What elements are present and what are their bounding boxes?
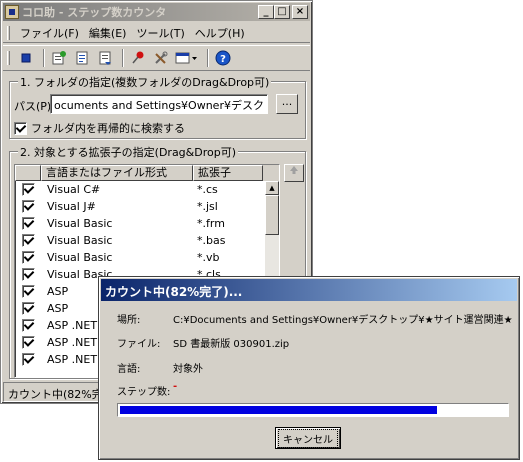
- column-header-extension[interactable]: 拡張子: [193, 165, 263, 181]
- steps-label: ステップ数:: [117, 387, 171, 398]
- list-item[interactable]: Visual J# *.jsl: [15, 198, 279, 215]
- main-titlebar[interactable]: コロ助 - ステップ数カウンタ _ □ ×: [3, 3, 310, 21]
- row-extension: *.frm: [197, 217, 225, 230]
- location-value: C:¥Documents and Settings¥Owner¥デスクトップ¥★…: [173, 315, 513, 326]
- path-label: パス(P):: [14, 100, 55, 113]
- progress-bar: [117, 403, 509, 417]
- row-language: Visual Basic: [47, 217, 113, 230]
- list-header: 言語またはファイル形式 拡張子: [15, 165, 279, 181]
- pin-icon[interactable]: [128, 48, 148, 68]
- row-language: Visual J#: [47, 200, 96, 213]
- column-header-language[interactable]: 言語またはファイル形式: [41, 165, 193, 181]
- row-checkbox[interactable]: [22, 353, 35, 367]
- file-value: SD 書最新版 030901.zip: [173, 339, 290, 350]
- scroll-thumb[interactable]: [265, 195, 279, 235]
- toolbar-separator: [122, 49, 124, 67]
- add-folder-icon[interactable]: [49, 48, 69, 68]
- row-language: Visual C#: [47, 183, 101, 196]
- maximize-button[interactable]: □: [274, 5, 290, 19]
- list-item[interactable]: Visual Basic *.frm: [15, 215, 279, 232]
- row-checkbox[interactable]: [22, 268, 35, 282]
- row-language: Visual Basic: [47, 234, 113, 247]
- minimize-button[interactable]: _: [258, 5, 274, 19]
- row-language: Visual Basic: [47, 251, 113, 264]
- menu-tools[interactable]: ツール(T): [132, 25, 190, 41]
- list-item[interactable]: Visual Basic *.bas: [15, 232, 279, 249]
- recursive-option[interactable]: フォルダ内を再帰的に検索する: [14, 120, 185, 136]
- row-checkbox[interactable]: [22, 251, 35, 265]
- arrow-up-icon: [290, 166, 298, 174]
- window-title: コロ助 - ステップ数カウンタ: [22, 6, 167, 19]
- location-label: 場所:: [117, 315, 141, 326]
- progress-fill: [120, 406, 437, 414]
- row-checkbox[interactable]: [22, 217, 35, 231]
- row-extension: *.bas: [197, 234, 226, 247]
- dialog-title[interactable]: カウント中(82%完了)...: [101, 279, 517, 301]
- row-checkbox[interactable]: [22, 336, 35, 350]
- row-checkbox[interactable]: [22, 302, 35, 316]
- window-dropdown-icon[interactable]: [174, 48, 200, 68]
- row-checkbox[interactable]: [22, 285, 35, 299]
- file-label: ファイル:: [117, 339, 161, 350]
- recursive-label: フォルダ内を再帰的に検索する: [31, 122, 185, 135]
- menu-edit[interactable]: 編集(E): [85, 25, 133, 41]
- app-icon: [5, 5, 19, 19]
- list-item[interactable]: Visual Basic *.vb: [15, 249, 279, 266]
- row-checkbox[interactable]: [22, 183, 35, 197]
- add-file-icon[interactable]: [72, 48, 92, 68]
- cancel-button[interactable]: キャンセル: [275, 427, 341, 449]
- row-checkbox[interactable]: [22, 234, 35, 248]
- row-extension: *.cs: [197, 183, 218, 196]
- report-icon[interactable]: [95, 48, 115, 68]
- row-checkbox[interactable]: [22, 200, 35, 214]
- steps-value: -: [173, 381, 178, 392]
- help-icon[interactable]: ?: [213, 48, 233, 68]
- cancel-label: キャンセル: [278, 428, 338, 448]
- row-extension: *.jsl: [197, 200, 218, 213]
- stop-icon[interactable]: [16, 48, 36, 68]
- list-item[interactable]: Visual C# *.cs: [15, 181, 279, 198]
- folder-group-legend: 1. フォルダの指定(複数フォルダのDrag&Drop可): [18, 74, 272, 90]
- move-up-button[interactable]: [284, 164, 304, 182]
- folder-group: 1. フォルダの指定(複数フォルダのDrag&Drop可) パス(P): ocu…: [9, 74, 306, 139]
- language-value: 対象外: [173, 364, 203, 375]
- toolbar-separator: [207, 49, 209, 67]
- progress-dialog: カウント中(82%完了)... 場所: C:¥Documents and Set…: [98, 276, 520, 460]
- path-input[interactable]: ocuments and Settings¥Owner¥デスクトップ: [50, 94, 268, 114]
- toolbar-grip: [7, 51, 10, 65]
- browse-button[interactable]: ...: [276, 94, 298, 114]
- close-button[interactable]: ×: [292, 5, 308, 19]
- menu-help[interactable]: ヘルプ(H): [191, 25, 251, 41]
- scroll-up-button[interactable]: ▲: [265, 181, 279, 195]
- menu-grip: [7, 25, 10, 40]
- column-header-check[interactable]: [15, 165, 41, 181]
- row-checkbox[interactable]: [22, 319, 35, 333]
- menu-file[interactable]: ファイル(F): [16, 25, 85, 41]
- extension-group-legend: 2. 対象とする拡張子の指定(Drag&Drop可): [18, 144, 239, 160]
- tools-icon[interactable]: [151, 48, 171, 68]
- language-label: 言語:: [117, 364, 141, 375]
- menu-bar: ファイル(F) 編集(E) ツール(T) ヘルプ(H): [3, 23, 310, 43]
- toolbar: ?: [3, 45, 310, 71]
- row-extension: *.vb: [197, 251, 220, 264]
- toolbar-separator: [43, 49, 45, 67]
- svg-text:?: ?: [220, 54, 226, 65]
- recursive-checkbox[interactable]: [14, 121, 27, 135]
